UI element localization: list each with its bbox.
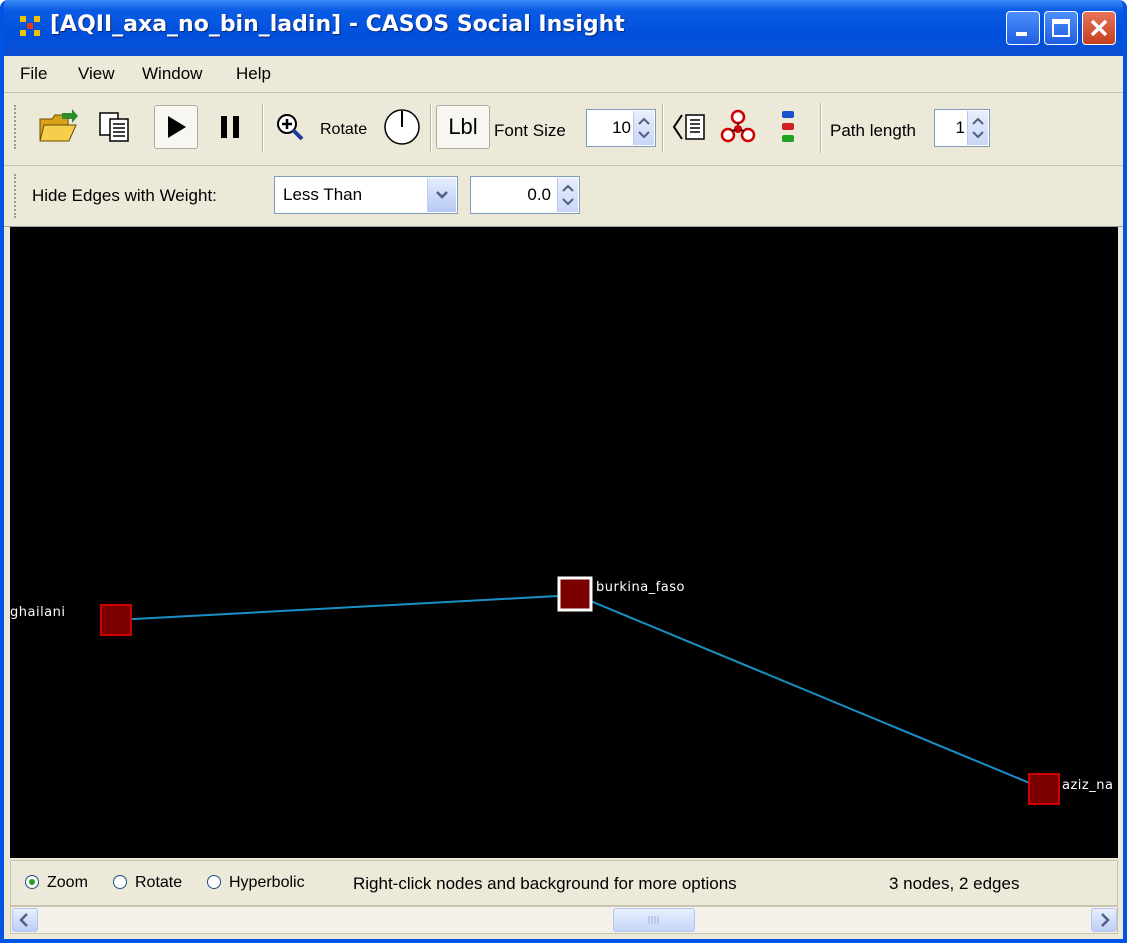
toolbar-grip[interactable] (14, 105, 19, 149)
network-edge[interactable] (575, 594, 1045, 790)
casos-app-icon (20, 16, 40, 36)
menu-view[interactable]: View (78, 64, 115, 84)
rotate-mode-radio[interactable] (113, 875, 127, 889)
maximize-icon (1052, 19, 1070, 37)
toolbar-separator (662, 103, 664, 153)
toolbar-separator (820, 103, 822, 153)
scroll-right-button[interactable] (1091, 908, 1117, 932)
status-hint: Right-click nodes and background for mor… (353, 874, 737, 893)
spin-up-down-icon (638, 117, 650, 139)
graph-count: 3 nodes, 2 edges (889, 874, 1020, 893)
weight-spin-arrows[interactable] (557, 178, 578, 212)
chevron-left-icon (19, 913, 28, 927)
horizontal-scrollbar[interactable] (10, 906, 1118, 934)
zoom-button[interactable] (268, 105, 312, 149)
label-toggle-button[interactable]: Lbl (436, 105, 490, 149)
node-group-icon (720, 109, 756, 143)
node-ghailani[interactable] (100, 604, 132, 636)
play-icon (168, 116, 186, 138)
maximize-button[interactable] (1044, 11, 1078, 45)
zoom-in-icon (277, 114, 304, 141)
hide-edges-label: Hide Edges with Weight: (32, 186, 217, 205)
font-size-label: Font Size (494, 121, 566, 140)
network-graph[interactable] (10, 227, 1118, 858)
chevron-right-icon (1101, 913, 1110, 927)
menu-window[interactable]: Window (142, 64, 202, 84)
network-edge[interactable] (115, 594, 577, 621)
chevron-down-icon (436, 191, 448, 199)
rotate-mode-label[interactable]: Rotate (135, 874, 182, 892)
rotate-dial[interactable] (380, 105, 424, 149)
status-bar: Zoom Rotate Hyperbolic Right-click nodes… (10, 860, 1118, 906)
weight-spinner[interactable]: 0.0 (470, 176, 580, 214)
open-button[interactable] (36, 105, 80, 149)
legend-icon (672, 114, 705, 140)
dropdown-arrow[interactable] (427, 178, 456, 212)
path-length-spin-arrows[interactable] (967, 111, 988, 145)
node-label-ghailani: ghailani (10, 605, 66, 620)
weight-value: 0.0 (527, 185, 551, 204)
network-canvas[interactable]: ghailani burkina_faso aziz_na (10, 227, 1118, 858)
font-size-spin-arrows[interactable] (633, 111, 654, 145)
path-length-value: 1 (955, 118, 965, 137)
label-toggle-icon: Lbl (448, 114, 478, 139)
hyperbolic-mode-radio[interactable] (207, 875, 221, 889)
toolbar-separator (430, 103, 432, 153)
color-bars-button[interactable] (766, 105, 810, 149)
node-group-button[interactable] (716, 105, 760, 149)
pause-icon (221, 116, 239, 138)
close-icon (1090, 19, 1108, 37)
zoom-mode-radio[interactable] (25, 875, 39, 889)
toolbar-separator (262, 103, 264, 153)
window-title: [AQII_axa_no_bin_ladin] - CASOS Social I… (50, 12, 625, 37)
menu-bar: File View Window Help (4, 56, 1123, 93)
copy-icon (99, 112, 129, 142)
scroll-left-button[interactable] (12, 908, 38, 932)
play-button[interactable] (154, 105, 198, 149)
comparison-dropdown[interactable]: Less Than (274, 176, 458, 214)
copy-button[interactable] (92, 105, 136, 149)
close-button[interactable] (1082, 11, 1116, 45)
minimize-button[interactable] (1006, 11, 1040, 45)
zoom-mode-label[interactable]: Zoom (47, 874, 88, 892)
rotate-label: Rotate (320, 121, 368, 138)
pause-button[interactable] (208, 105, 252, 149)
node-label-aziz-na: aziz_na (1062, 778, 1114, 793)
color-bars-icon (782, 111, 794, 142)
toolbar-grip[interactable] (14, 174, 19, 218)
font-size-value: 10 (612, 118, 631, 137)
open-folder-icon (39, 109, 78, 142)
rotate-dial-icon (384, 109, 420, 145)
spin-up-down-icon (972, 117, 984, 139)
path-length-spinner[interactable]: 1 (934, 109, 990, 147)
node-aziz-na[interactable] (1028, 773, 1060, 805)
edge-filter-bar: Hide Edges with Weight: Less Than 0.0 (4, 166, 1123, 227)
menu-file[interactable]: File (20, 64, 47, 84)
path-length-label: Path length (830, 121, 917, 140)
grip-lines-icon (648, 916, 659, 924)
app-window: [AQII_axa_no_bin_ladin] - CASOS Social I… (0, 0, 1127, 943)
minimize-icon (1016, 32, 1027, 36)
hyperbolic-mode-label[interactable]: Hyperbolic (229, 874, 305, 892)
node-label-burkina-faso: burkina_faso (596, 580, 685, 595)
font-size-spinner[interactable]: 10 (586, 109, 656, 147)
toolbar: Rotate Lbl Font Size 10 Path length 1 (4, 93, 1123, 166)
spin-up-down-icon (562, 184, 574, 206)
scroll-thumb[interactable] (613, 908, 695, 932)
node-burkina-faso[interactable] (557, 576, 593, 612)
comparison-value: Less Than (283, 185, 363, 204)
title-bar[interactable]: [AQII_axa_no_bin_ladin] - CASOS Social I… (4, 0, 1123, 56)
menu-help[interactable]: Help (236, 64, 271, 84)
legend-button[interactable] (668, 105, 712, 149)
